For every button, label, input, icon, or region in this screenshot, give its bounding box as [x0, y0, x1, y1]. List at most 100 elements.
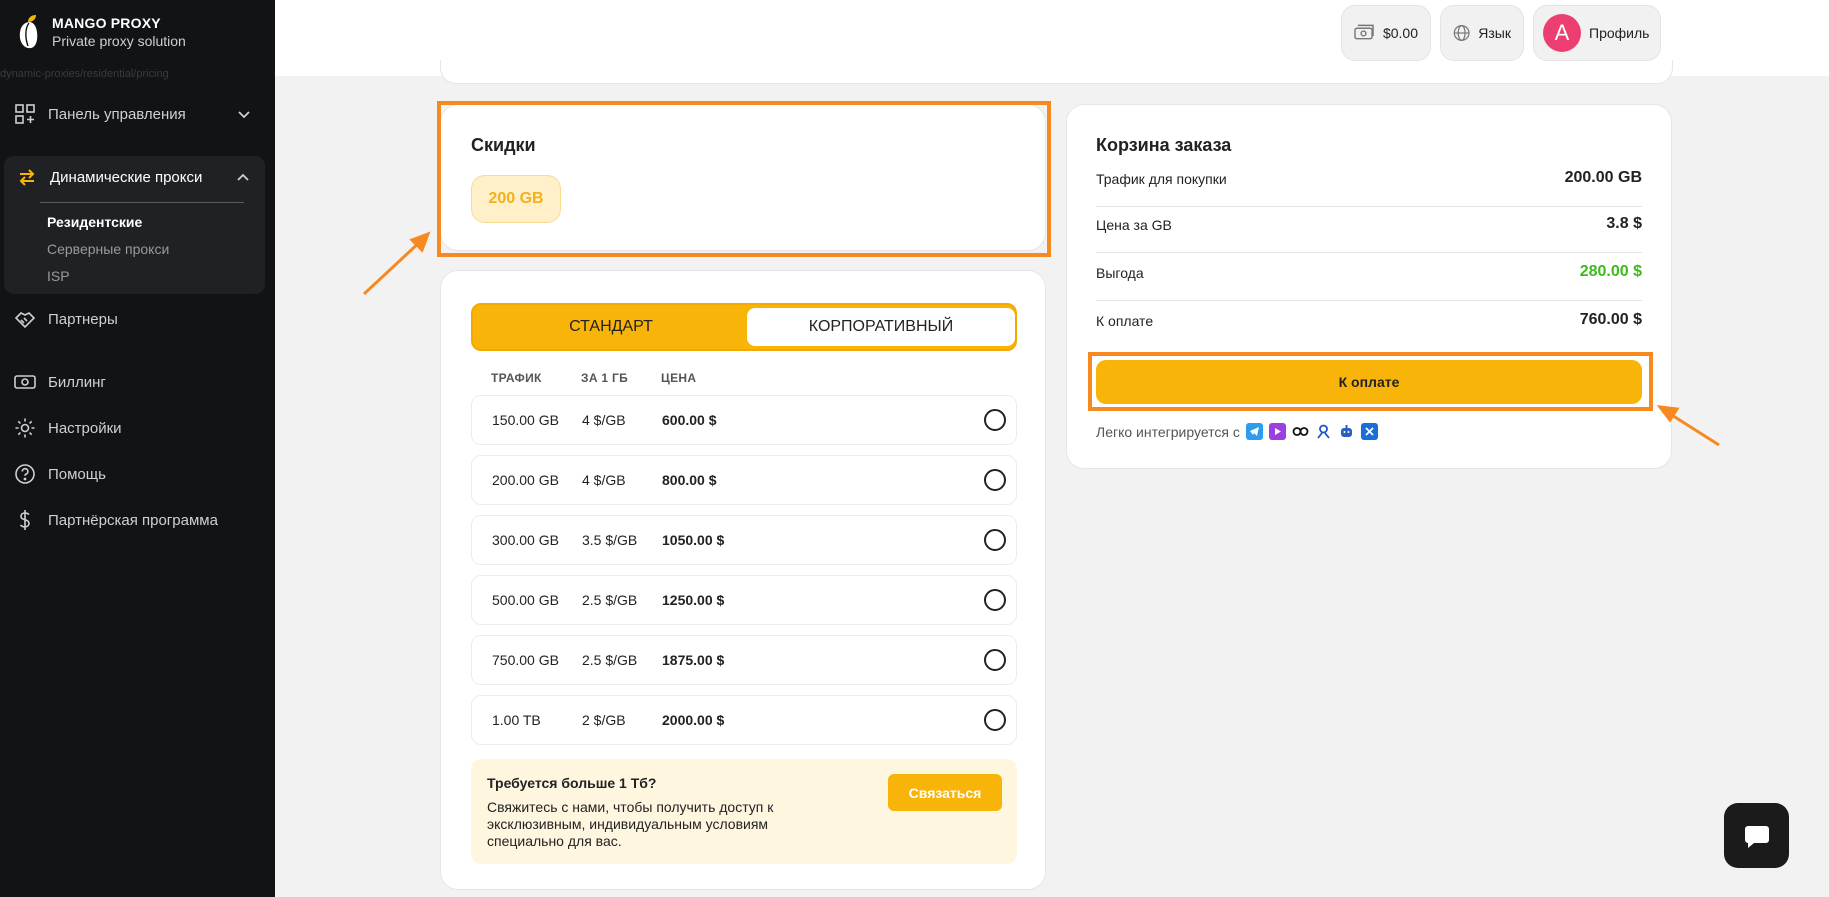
row-per-gb: 3.5 $/GB [582, 532, 638, 548]
cart-row-traffic: Трафик для покупки 200.00 GB [1096, 159, 1642, 207]
profile-button[interactable]: A Профиль [1533, 5, 1661, 61]
sidebar-item-label: Партнеры [48, 310, 118, 328]
integrations-row: Легко интегрируется с [1096, 423, 1378, 440]
cart-label: Трафик для покупки [1096, 171, 1227, 187]
row-price: 1875.00 $ [662, 652, 725, 668]
sidebar-item-label: Биллинг [48, 373, 106, 391]
row-price: 600.00 $ [662, 412, 717, 428]
handshake-icon [14, 312, 36, 329]
table-row[interactable]: 200.00 GB 4 $/GB 800.00 $ [471, 455, 1017, 505]
globe-icon [1453, 25, 1470, 41]
row-price: 1250.00 $ [662, 592, 725, 608]
cart-value-savings: 280.00 $ [1579, 263, 1642, 280]
integration-robot-icon[interactable] [1338, 423, 1355, 440]
sidebar-sub-isp[interactable]: ISP [47, 268, 70, 284]
integrations-label: Легко интегрируется с [1096, 423, 1240, 440]
contact-text: Свяжитесь с нами, чтобы получить доступ … [487, 799, 774, 849]
chat-button[interactable] [1724, 803, 1789, 868]
sidebar-group-dynamic: Динамические прокси Резидентские Серверн… [4, 156, 265, 294]
sidebar-item-dynamic-proxies[interactable]: Динамические прокси [16, 166, 202, 188]
row-traffic: 750.00 GB [492, 652, 559, 668]
table-row[interactable]: 750.00 GB 2.5 $/GB 1875.00 $ [471, 635, 1017, 685]
sidebar-item-settings[interactable]: Настройки [14, 414, 264, 442]
logo[interactable]: MANGO PROXY Private proxy solution [16, 14, 186, 50]
column-header-price: ЦЕНА [661, 371, 697, 385]
row-per-gb: 4 $/GB [582, 472, 626, 488]
balance-button[interactable]: $0.00 [1341, 5, 1431, 61]
cart-value: 760.00 $ [1579, 311, 1642, 328]
integration-app-icon[interactable] [1268, 423, 1286, 440]
sidebar-item-label: Динамические прокси [50, 168, 203, 186]
radio-button[interactable] [984, 589, 1006, 611]
discounts-card: Скидки 200 GB [440, 104, 1046, 251]
cart-row-price-per-gb: Цена за GB 3.8 $ [1096, 205, 1642, 253]
row-per-gb: 2.5 $/GB [582, 592, 638, 608]
sidebar: MANGO PROXY Private proxy solution dynam… [0, 0, 275, 897]
integration-link-icon[interactable] [1292, 423, 1309, 440]
cash-icon [14, 375, 36, 389]
sidebar-item-label: Панель управления [48, 105, 186, 123]
integration-person-icon[interactable] [1315, 423, 1332, 440]
radio-button[interactable] [984, 529, 1006, 551]
discount-chip[interactable]: 200 GB [471, 175, 561, 223]
integration-telegram-icon[interactable] [1245, 423, 1263, 440]
cart-row-savings: Выгода 280.00 $ [1096, 253, 1642, 301]
table-row[interactable]: 300.00 GB 3.5 $/GB 1050.00 $ [471, 515, 1017, 565]
plan-type-toggle: СТАНДАРТ КОРПОРАТИВНЫЙ [471, 303, 1017, 351]
contact-title: Требуется больше 1 Тб? [487, 775, 657, 791]
sidebar-item-label: Партнёрская программа [48, 511, 218, 529]
sidebar-item-affiliate[interactable]: Партнёрская программа [14, 506, 264, 534]
sidebar-item-billing[interactable]: Биллинг [14, 368, 264, 396]
swap-arrows-icon [19, 169, 35, 186]
row-per-gb: 2 $/GB [582, 712, 626, 728]
profile-label: Профиль [1589, 25, 1650, 41]
radio-button[interactable] [984, 469, 1006, 491]
top-card-edge [440, 60, 1673, 84]
column-header-per-gb: ЗА 1 ГБ [581, 371, 629, 385]
cart-label: Цена за GB [1096, 217, 1172, 233]
row-traffic: 1.00 TB [492, 712, 541, 728]
row-price: 800.00 $ [662, 472, 717, 488]
help-icon [15, 464, 35, 484]
sidebar-sub-server-proxies[interactable]: Серверные прокси [47, 241, 169, 257]
radio-button[interactable] [984, 649, 1006, 671]
gear-icon [15, 418, 35, 438]
pay-button[interactable]: К оплате [1096, 360, 1642, 404]
row-per-gb: 2.5 $/GB [582, 652, 638, 668]
order-cart-card: Корзина заказа Трафик для покупки 200.00… [1066, 104, 1672, 469]
sidebar-item-label: Помощь [48, 465, 106, 483]
tab-standard[interactable]: СТАНДАРТ [477, 308, 745, 346]
sidebar-item-dashboard[interactable]: Панель управления [14, 100, 264, 128]
row-price: 1050.00 $ [662, 532, 725, 548]
radio-button[interactable] [984, 709, 1006, 731]
mango-logo-icon [16, 14, 44, 50]
row-traffic: 500.00 GB [492, 592, 559, 608]
cart-row-total: К оплате 760.00 $ [1096, 301, 1642, 349]
chevron-up-icon[interactable] [235, 170, 251, 186]
brand-title: MANGO PROXY [52, 15, 161, 31]
integration-x-icon[interactable] [1360, 423, 1378, 440]
cart-label: Выгода [1096, 265, 1144, 281]
column-header-traffic: ТРАФИК [491, 371, 542, 385]
sidebar-item-help[interactable]: Помощь [14, 460, 264, 488]
sidebar-item-label: Настройки [48, 419, 122, 437]
chevron-down-icon[interactable] [236, 106, 252, 122]
contact-button[interactable]: Связаться [888, 774, 1002, 811]
brand-subtitle: Private proxy solution [52, 33, 186, 49]
sidebar-item-partners[interactable]: Партнеры [14, 305, 264, 333]
wallet-cash-icon [1354, 24, 1374, 40]
language-button[interactable]: Язык [1440, 5, 1524, 61]
tab-corporate[interactable]: КОРПОРАТИВНЫЙ [747, 308, 1015, 346]
table-row[interactable]: 500.00 GB 2.5 $/GB 1250.00 $ [471, 575, 1017, 625]
table-row[interactable]: 1.00 TB 2 $/GB 2000.00 $ [471, 695, 1017, 745]
discounts-title: Скидки [471, 135, 536, 155]
avatar: A [1543, 14, 1581, 52]
cart-value: 3.8 $ [1606, 215, 1642, 232]
table-row[interactable]: 150.00 GB 4 $/GB 600.00 $ [471, 395, 1017, 445]
contact-banner: Требуется больше 1 Тб? Свяжитесь с нами,… [471, 759, 1017, 864]
radio-button[interactable] [984, 409, 1006, 431]
row-traffic: 150.00 GB [492, 412, 559, 428]
dashboard-icon [15, 104, 35, 124]
sidebar-sub-residential[interactable]: Резидентские [47, 214, 142, 230]
balance-amount: $0.00 [1382, 25, 1418, 41]
